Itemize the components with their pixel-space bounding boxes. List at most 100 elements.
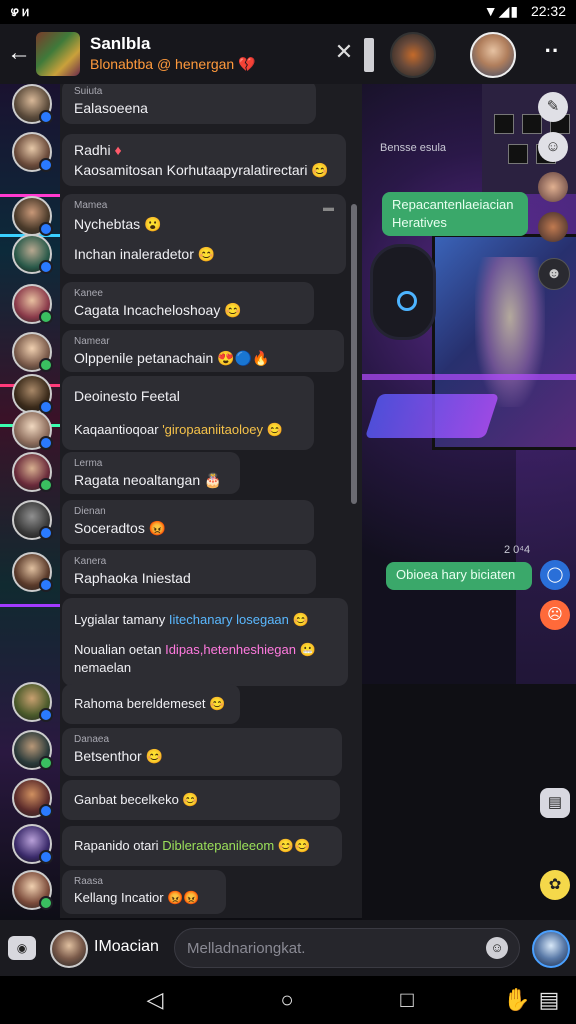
message-bubble[interactable]: Raasa Kellang Incatior 😡😡 — [62, 870, 226, 914]
hand-icon[interactable]: ✋ — [502, 986, 532, 1014]
message-text-line: nemaelan — [74, 660, 132, 675]
message-text-line: Noualian oetan — [74, 642, 162, 657]
message-text: Ragata neoaltangan 🎂 — [74, 472, 222, 488]
message-bubble[interactable]: Deoinesto Feetal Kaqaantioqoar 'giropaan… — [62, 376, 314, 450]
avatar[interactable] — [12, 132, 53, 172]
sender-name: Danaea — [74, 734, 110, 745]
sender-name: Kanee — [74, 288, 103, 299]
pencil-icon[interactable]: ✎ — [538, 92, 568, 122]
composer-bar: ◉ IMoacian ☺ — [0, 920, 576, 976]
system-nav-bar: ◁ ○ □ ✋ ▤ — [0, 976, 576, 1024]
message-bubble[interactable]: Suiuta Ealasoeena — [62, 84, 316, 124]
avatar[interactable] — [12, 500, 53, 540]
avatar[interactable] — [12, 824, 53, 864]
avatar[interactable] — [12, 452, 53, 492]
message-text-highlight: Dibleratepanileeom 😊😊 — [162, 838, 311, 853]
avatar[interactable] — [12, 778, 53, 818]
sender-name: Kanera — [74, 556, 107, 567]
triangle-back-icon[interactable]: ◁ — [140, 986, 170, 1014]
avatar[interactable] — [12, 682, 53, 722]
emoji-icon[interactable]: ☺ — [486, 937, 508, 959]
chat-header: ← Sanlbla Blonabtba @ henergan 💔 ✕ ·· — [0, 24, 576, 84]
group-avatar[interactable] — [36, 32, 80, 76]
my-avatar[interactable] — [50, 930, 88, 968]
reaction-icon[interactable]: ☺ — [538, 132, 568, 162]
diamond-icon: ♦ — [114, 142, 122, 158]
chat-subtitle: Blonabtba @ henergan 💔 — [90, 56, 256, 72]
message-bubble[interactable]: Mamea Nychebtas 😮 Inchan inaleradetor 😊 … — [62, 194, 346, 274]
message-bubble[interactable]: Kanera Raphaoka Iniestad — [62, 550, 316, 594]
message-bubble[interactable]: Kanee Cagata Incacheloshoay 😊 — [62, 282, 314, 324]
menu-icon[interactable]: ▬ — [323, 202, 334, 214]
message-text: Rahoma bereldemeset 😊 — [74, 696, 226, 711]
message-text: Soceradtos 😡 — [74, 520, 167, 536]
message-bubble[interactable]: Radhi ♦ Kaosamitosan Korhutaapyralatirec… — [62, 134, 346, 186]
message-text: Lygialar tamany — [74, 612, 166, 627]
message-bubble[interactable]: Rahoma bereldemeset 😊 — [62, 684, 240, 724]
sender-name: Suiuta — [74, 86, 103, 97]
outgoing-message-bubble[interactable]: Obioea hary biciaten — [386, 562, 532, 590]
chat-panel[interactable]: Suiuta Ealasoeena Radhi ♦ Kaosamitosan K… — [0, 84, 362, 918]
message-bubble[interactable]: Lerma Ragata neoaltangan 🎂 — [62, 452, 240, 494]
message-text: Cagata Incacheloshoay 😊 — [74, 302, 242, 318]
message-bubble[interactable]: Namear Olppenile petanachain 😍🔵🔥 — [62, 330, 344, 372]
message-bubble[interactable]: Danaea Betsenthor 😊 — [62, 728, 342, 776]
avatar[interactable] — [12, 284, 53, 324]
message-text: Rapanido otari — [74, 838, 159, 853]
status-right: ▼◢▮ 22:32 — [484, 3, 566, 20]
message-input[interactable] — [174, 928, 520, 968]
alert-icon[interactable]: ☹ — [540, 600, 570, 630]
desk-glow — [362, 374, 576, 380]
outgoing-message-bubble[interactable]: Repacantenlaeiacian Heratives — [382, 192, 528, 236]
camera-icon[interactable]: ◉ — [8, 936, 36, 960]
scene-label: Bensse esula — [380, 142, 447, 154]
message-text-highlight: Idipas,hetenheshiegan 😬 — [165, 642, 316, 657]
avatar[interactable] — [12, 730, 53, 770]
square-recents-icon[interactable]: □ — [392, 986, 422, 1014]
avatar[interactable] — [12, 196, 53, 236]
chat-title[interactable]: Sanlbla — [90, 34, 150, 54]
peer-avatar[interactable] — [470, 32, 516, 78]
message-bubble[interactable]: Ganbat becelkeko 😊 — [62, 780, 340, 820]
scrollbar[interactable] — [351, 204, 357, 504]
message-text: Deoinesto Feetal — [74, 388, 180, 404]
headset — [370, 244, 436, 340]
close-icon[interactable]: ✕ — [330, 38, 358, 66]
circle-home-icon[interactable]: ○ — [272, 986, 302, 1014]
member-avatar[interactable] — [538, 172, 568, 202]
profile-avatar-button[interactable] — [532, 930, 570, 968]
message-bubble[interactable]: Rapanido otari Dibleratepanileeom 😊😊 — [62, 826, 342, 866]
avatar[interactable] — [12, 552, 53, 592]
peer-avatar[interactable] — [390, 32, 436, 78]
message-text: Raphaoka Iniestad — [74, 570, 191, 586]
avatar[interactable] — [12, 234, 53, 274]
message-text: Radhi — [74, 142, 111, 158]
stack-icon[interactable]: ▤ — [534, 986, 564, 1014]
message-text: Ganbat becelkeko 😊 — [74, 792, 199, 807]
calendar-icon[interactable]: ▤ — [540, 788, 570, 818]
message-bubble[interactable]: Dienan Soceradtos 😡 — [62, 500, 314, 544]
sender-name: Namear — [74, 336, 110, 347]
message-timestamp: 2 0⁴4 — [504, 544, 531, 556]
more-vert-icon[interactable]: ·· — [538, 36, 566, 70]
avatar[interactable] — [12, 374, 53, 414]
chat-icon[interactable]: ◯ — [540, 560, 570, 590]
sender-name: Mamea — [74, 200, 108, 211]
message-bubble[interactable]: Lygialar tamany Iitechanary losegaan 😊 N… — [62, 598, 348, 686]
sender-name: Lerma — [74, 458, 103, 469]
sticker-icon[interactable]: ✿ — [540, 870, 570, 900]
avatar[interactable] — [12, 332, 53, 372]
message-text-highlight: 'giropaaniitaoloey 😊 — [162, 422, 283, 437]
avatar[interactable] — [12, 84, 53, 124]
message-text: Kellang Incatior 😡😡 — [74, 890, 200, 905]
avatar[interactable] — [12, 870, 53, 910]
sender-name: Dienan — [74, 506, 106, 517]
arrow-left-icon[interactable]: ← — [6, 38, 32, 68]
member-avatar[interactable] — [538, 212, 568, 242]
status-bar: ഴ ᥢ ▼◢▮ 22:32 — [0, 0, 576, 24]
message-text: Ealasoeena — [74, 100, 148, 116]
avatar[interactable] — [12, 410, 53, 450]
message-text: Betsenthor 😊 — [74, 748, 164, 764]
avatar-icon[interactable]: ☻ — [538, 258, 570, 290]
message-text: Nychebtas 😮 — [74, 216, 162, 232]
